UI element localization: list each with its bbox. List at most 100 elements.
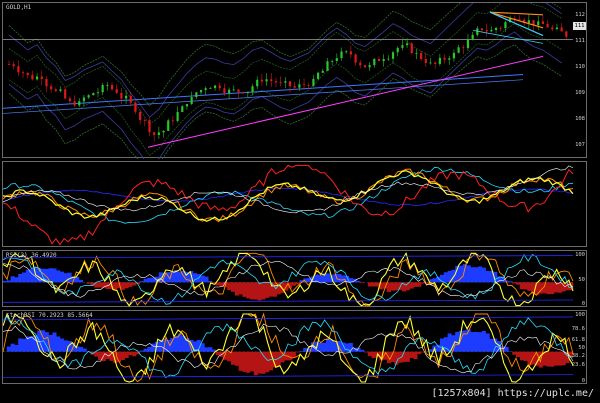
histogram-bar [413, 351, 418, 360]
histogram-bar [227, 282, 232, 291]
histogram-bar [56, 270, 61, 283]
candle-body [50, 86, 53, 90]
candle-body [59, 89, 62, 91]
histogram-bar [516, 351, 521, 358]
candle-body [288, 81, 292, 87]
stochrsi-pane[interactable]: stochRSI 70.2923 85.5664 100 78.6 61.8 50 38… [2, 310, 587, 384]
histogram-bar [231, 351, 236, 365]
histogram-bar [208, 280, 213, 283]
candle-body [391, 52, 395, 59]
candle-body [270, 79, 273, 82]
histogram-bar [29, 269, 34, 283]
axis-tick-label: 61.8 [571, 337, 585, 344]
histogram-bar [113, 282, 118, 291]
axis-tick-label: 50 [578, 345, 585, 351]
candle-body [251, 86, 254, 92]
candle-body [171, 120, 175, 122]
histogram-bar [132, 351, 137, 357]
candle-body [326, 61, 329, 71]
histogram-bar [485, 333, 490, 352]
candle-body [401, 45, 404, 48]
histogram-bar [14, 344, 19, 352]
histogram-bar [215, 351, 220, 356]
candle-body [82, 97, 86, 102]
candle-body [232, 89, 235, 91]
candle-body [12, 64, 15, 67]
histogram-bar [128, 282, 133, 287]
candle-body [139, 111, 142, 121]
histogram-bar [265, 282, 270, 298]
histogram-bar [504, 346, 509, 352]
histogram-bar [10, 343, 15, 352]
candle-body [560, 27, 563, 32]
histogram-bar [432, 278, 437, 283]
histogram-bar [557, 351, 562, 366]
histogram-bar [546, 351, 551, 367]
candle-body [340, 51, 343, 59]
candle-body [256, 79, 259, 87]
candle-body [420, 52, 423, 59]
histogram-bar [371, 282, 376, 287]
histogram-bar [474, 267, 479, 283]
axis-tick-label: 0 [581, 378, 585, 384]
histogram-bar [261, 351, 266, 374]
candle-body [153, 132, 156, 136]
candle-body [527, 20, 530, 23]
histogram-bar [557, 282, 562, 293]
histogram-bar [98, 282, 103, 288]
histogram-bar [481, 330, 486, 352]
candle-body [40, 76, 43, 80]
histogram-bar [200, 275, 205, 283]
histogram-bar [101, 351, 106, 362]
histogram-bar [143, 348, 148, 352]
histogram-bar [409, 282, 414, 289]
histogram-bar [261, 282, 266, 300]
histogram-bar [489, 338, 494, 352]
candle-body [317, 72, 320, 79]
histogram-bar [364, 351, 369, 353]
histogram-bar [481, 267, 486, 283]
histogram-bar [299, 351, 304, 352]
histogram-bar [466, 265, 471, 283]
axis-tick-label: 108 [575, 115, 585, 122]
candle-body [143, 120, 146, 121]
band-line [3, 299, 574, 303]
axis-tick-label: 23.6 [571, 362, 585, 369]
envelope-band-line [8, 3, 562, 118]
oscillator-line [3, 164, 574, 246]
stochrsi-canvas [3, 312, 574, 383]
candle-body [92, 93, 95, 96]
candle-body [176, 112, 179, 121]
oscillator-pane-1[interactable] [2, 161, 587, 247]
histogram-bar [470, 267, 475, 283]
candle-body [518, 19, 521, 21]
candle-body [377, 58, 381, 62]
candle-body [260, 79, 263, 82]
histogram-bar [417, 282, 422, 287]
candle-body [302, 84, 306, 86]
axis-tick-label: 50 [578, 276, 585, 283]
histogram-bar [139, 350, 144, 352]
candle-body [73, 101, 76, 106]
envelope-band-line [8, 3, 562, 125]
rsi-axis: 100 50 0 [572, 251, 586, 308]
histogram-bar [52, 332, 57, 352]
candle-body [213, 85, 217, 89]
histogram-bar [147, 346, 152, 352]
histogram-bar [341, 342, 346, 352]
oscillator-line [3, 170, 574, 222]
candle-body [359, 62, 362, 66]
candle-body [279, 82, 282, 84]
histogram-bar [523, 351, 528, 361]
candle-body [546, 24, 549, 28]
histogram-bar [337, 274, 342, 283]
stochrsi-axis: 100 78.6 61.8 50 38.2 23.6 0 [572, 311, 586, 385]
histogram-bar [466, 329, 471, 352]
candle-body [396, 47, 399, 53]
price-chart-pane[interactable]: GOLD,H1 112 111 110 109 108 107 111 [2, 2, 587, 159]
candle-body [448, 58, 451, 60]
histogram-bar [52, 268, 57, 283]
candle-body [162, 130, 165, 133]
histogram-bar [246, 282, 251, 299]
rsi-pane[interactable]: RSI(3) 36.4920 100 50 0 [2, 250, 587, 307]
